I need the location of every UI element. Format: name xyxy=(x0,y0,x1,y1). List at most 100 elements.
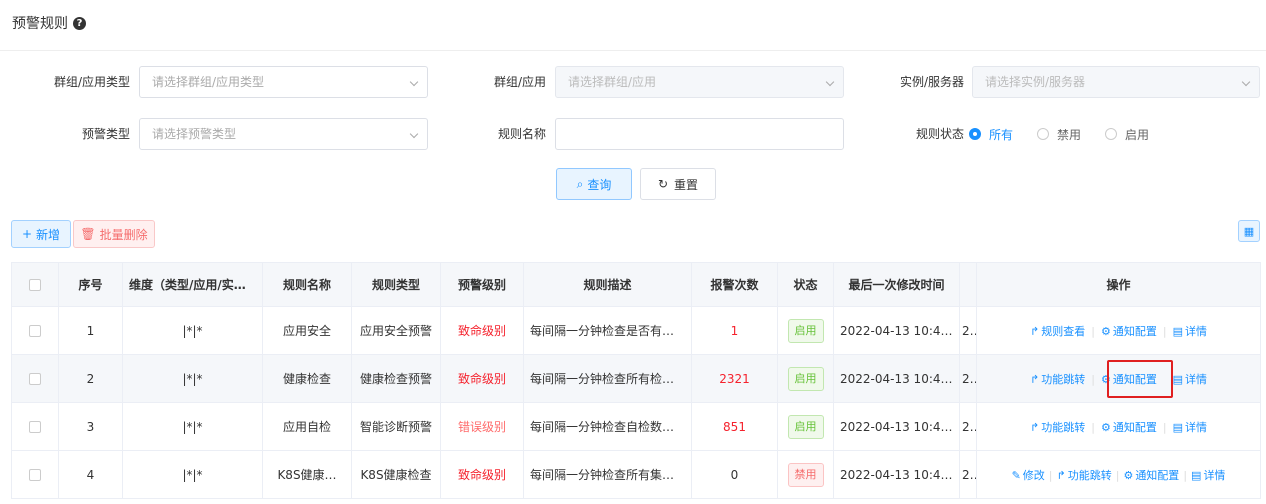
row-select-cell[interactable] xyxy=(11,306,59,355)
gear-icon: ⚙ xyxy=(1100,324,1111,338)
op-separator: | xyxy=(1183,468,1188,482)
cell-ops: ✎ 修改 | ↱ 功能跳转 | ⚙ 通知配置 | ▤ 详情 xyxy=(976,450,1261,499)
help-icon[interactable]: ? xyxy=(73,16,86,30)
notify-config-label: 通知配置 xyxy=(1112,372,1157,386)
search-icon: ⌕ xyxy=(576,176,584,191)
cell-count: 851 xyxy=(691,402,778,451)
function-jump-link[interactable]: ↱ 功能跳转 xyxy=(1057,469,1112,482)
cell-ops: ↱功能跳转 | ⚙通知配置 | ▤详情 xyxy=(976,402,1261,451)
alert-type-select[interactable]: 请选择预警类型 xyxy=(139,118,428,150)
cell-name: 应用自检 xyxy=(262,402,352,451)
group-type-select[interactable]: 请选择群组/应用类型 xyxy=(139,66,428,98)
notify-config-link[interactable]: ⚙ 通知配置 xyxy=(1101,373,1157,386)
batch-delete-button-label: 批量删除 xyxy=(99,227,148,242)
function-jump-link[interactable]: ↱ 功能跳转 xyxy=(1030,421,1085,434)
cell-modified: 2022-04-13 10:46… xyxy=(833,450,960,499)
status-badge: 启用 xyxy=(787,414,824,439)
chevron-down-icon xyxy=(409,77,419,87)
instance-placeholder: 请选择实例/服务器 xyxy=(985,75,1086,89)
col-dimension: 维度（类型/应用/实例） xyxy=(122,262,263,307)
radio-dot xyxy=(969,128,981,140)
cell-type: 健康检查预警 xyxy=(351,354,441,403)
detail-link[interactable]: ▤ 详情 xyxy=(1191,469,1225,482)
row-checkbox[interactable] xyxy=(29,421,41,433)
plus-icon: + xyxy=(21,227,33,241)
group-app-label: 群组/应用 xyxy=(493,75,546,89)
radio-all[interactable]: 所有 xyxy=(969,126,1013,143)
instance-label: 实例/服务器 xyxy=(899,75,964,89)
row-checkbox[interactable] xyxy=(29,373,41,385)
op-separator: | xyxy=(1163,373,1167,386)
col-level: 预警级别 xyxy=(440,262,524,307)
cell-type: 应用安全预警 xyxy=(351,306,441,355)
document-icon: ▤ xyxy=(1172,420,1183,434)
radio-disabled[interactable]: 禁用 xyxy=(1037,126,1081,143)
share-arrow-icon: ↱ xyxy=(1030,372,1040,386)
detail-link[interactable]: ▤ 详情 xyxy=(1173,373,1207,386)
share-arrow-icon: ↱ xyxy=(1030,324,1040,338)
cell-ops: ↱功能跳转 | ⚙通知配置 | ▤详情 xyxy=(976,354,1261,403)
radio-enabled[interactable]: 启用 xyxy=(1105,126,1149,143)
cell-name: 应用安全 xyxy=(262,306,352,355)
add-button[interactable]: + 新增 xyxy=(11,220,71,248)
reset-button[interactable]: ↻ 重置 xyxy=(640,168,716,200)
row-checkbox[interactable] xyxy=(29,469,41,481)
gear-icon: ⚙ xyxy=(1100,420,1111,434)
cell-ops: ↱ 规则查看 | ⚙ 通知配置 | ▤ 详情 xyxy=(976,306,1261,355)
cell-count: 1 xyxy=(691,306,778,355)
detail-label: 详情 xyxy=(1184,372,1207,386)
edit-link[interactable]: ✎ 修改 xyxy=(1012,469,1045,482)
row-select-cell[interactable] xyxy=(11,354,59,403)
column-settings-button[interactable]: ▦ xyxy=(1238,220,1260,242)
detail-link[interactable]: ▤ 详情 xyxy=(1173,325,1207,338)
select-all-checkbox[interactable] xyxy=(29,279,41,291)
notify-config-link[interactable]: ⚙ 通知配置 xyxy=(1101,421,1157,434)
cell-type: K8S健康检查 xyxy=(351,450,441,499)
row-select-cell[interactable] xyxy=(11,450,59,499)
query-button[interactable]: ⌕ 查询 xyxy=(556,168,632,200)
cell-desc: 每间隔一分钟检查自检数… xyxy=(523,402,692,451)
document-icon: ▤ xyxy=(1172,324,1183,338)
cell-level: 错误级别 xyxy=(440,402,524,451)
table-header-row: 序号 维度（类型/应用/实例） 规则名称 规则类型 预警级别 规则描述 报警次数… xyxy=(11,262,1261,307)
cell-count: 0 xyxy=(691,450,778,499)
cell-count: 2321 xyxy=(691,354,778,403)
cell-dimension: |*|* xyxy=(122,354,263,403)
select-all-cell[interactable] xyxy=(11,262,59,307)
op-separator: | xyxy=(1115,468,1120,482)
rule-name-input[interactable] xyxy=(555,118,844,150)
edit-label: 修改 xyxy=(1022,468,1045,482)
page-title-text: 预警规则 xyxy=(12,16,68,32)
function-jump-link[interactable]: ↱ 功能跳转 xyxy=(1030,373,1085,386)
notify-config-link[interactable]: ⚙ 通知配置 xyxy=(1123,469,1179,482)
alert-type-placeholder: 请选择预警类型 xyxy=(152,127,237,141)
rule-view-label: 规则查看 xyxy=(1041,324,1086,338)
rules-table: 序号 维度（类型/应用/实例） 规则名称 规则类型 预警级别 规则描述 报警次数… xyxy=(11,262,1261,499)
radio-dot xyxy=(1037,128,1050,140)
cell-dimension: |*|* xyxy=(122,450,263,499)
rule-view-link[interactable]: ↱ 规则查看 xyxy=(1030,325,1085,338)
detail-label: 详情 xyxy=(1184,420,1207,434)
col-name: 规则名称 xyxy=(262,262,352,307)
cell-index: 2 xyxy=(58,354,123,403)
add-button-label: 新增 xyxy=(36,227,61,242)
detail-label: 详情 xyxy=(1184,324,1207,338)
op-separator: | xyxy=(1162,324,1167,338)
pencil-icon: ✎ xyxy=(1011,468,1021,482)
batch-delete-button[interactable]: 🗑 批量删除 xyxy=(73,220,155,248)
row-select-cell[interactable] xyxy=(11,402,59,451)
cell-extra: 20 xyxy=(959,354,977,403)
table-row: 2 |*|* 健康检查 健康检查预警 致命级别 每间隔一分钟检查所有检… 232… xyxy=(11,354,1261,403)
row-checkbox[interactable] xyxy=(29,325,41,337)
cell-level: 致命级别 xyxy=(440,306,524,355)
radio-dot xyxy=(1105,128,1118,140)
title-divider xyxy=(0,50,1266,51)
rule-name-label: 规则名称 xyxy=(497,127,546,141)
trash-icon: 🗑 xyxy=(80,227,96,241)
table-row: 1 |*|* 应用安全 应用安全预警 致命级别 每间隔一分钟检查是否有… 1 启… xyxy=(11,306,1261,355)
detail-link[interactable]: ▤ 详情 xyxy=(1173,421,1207,434)
notify-config-link[interactable]: ⚙ 通知配置 xyxy=(1101,325,1157,338)
instance-select[interactable]: 请选择实例/服务器 xyxy=(972,66,1260,98)
group-app-select[interactable]: 请选择群组/应用 xyxy=(555,66,844,98)
op-separator: | xyxy=(1048,468,1053,482)
